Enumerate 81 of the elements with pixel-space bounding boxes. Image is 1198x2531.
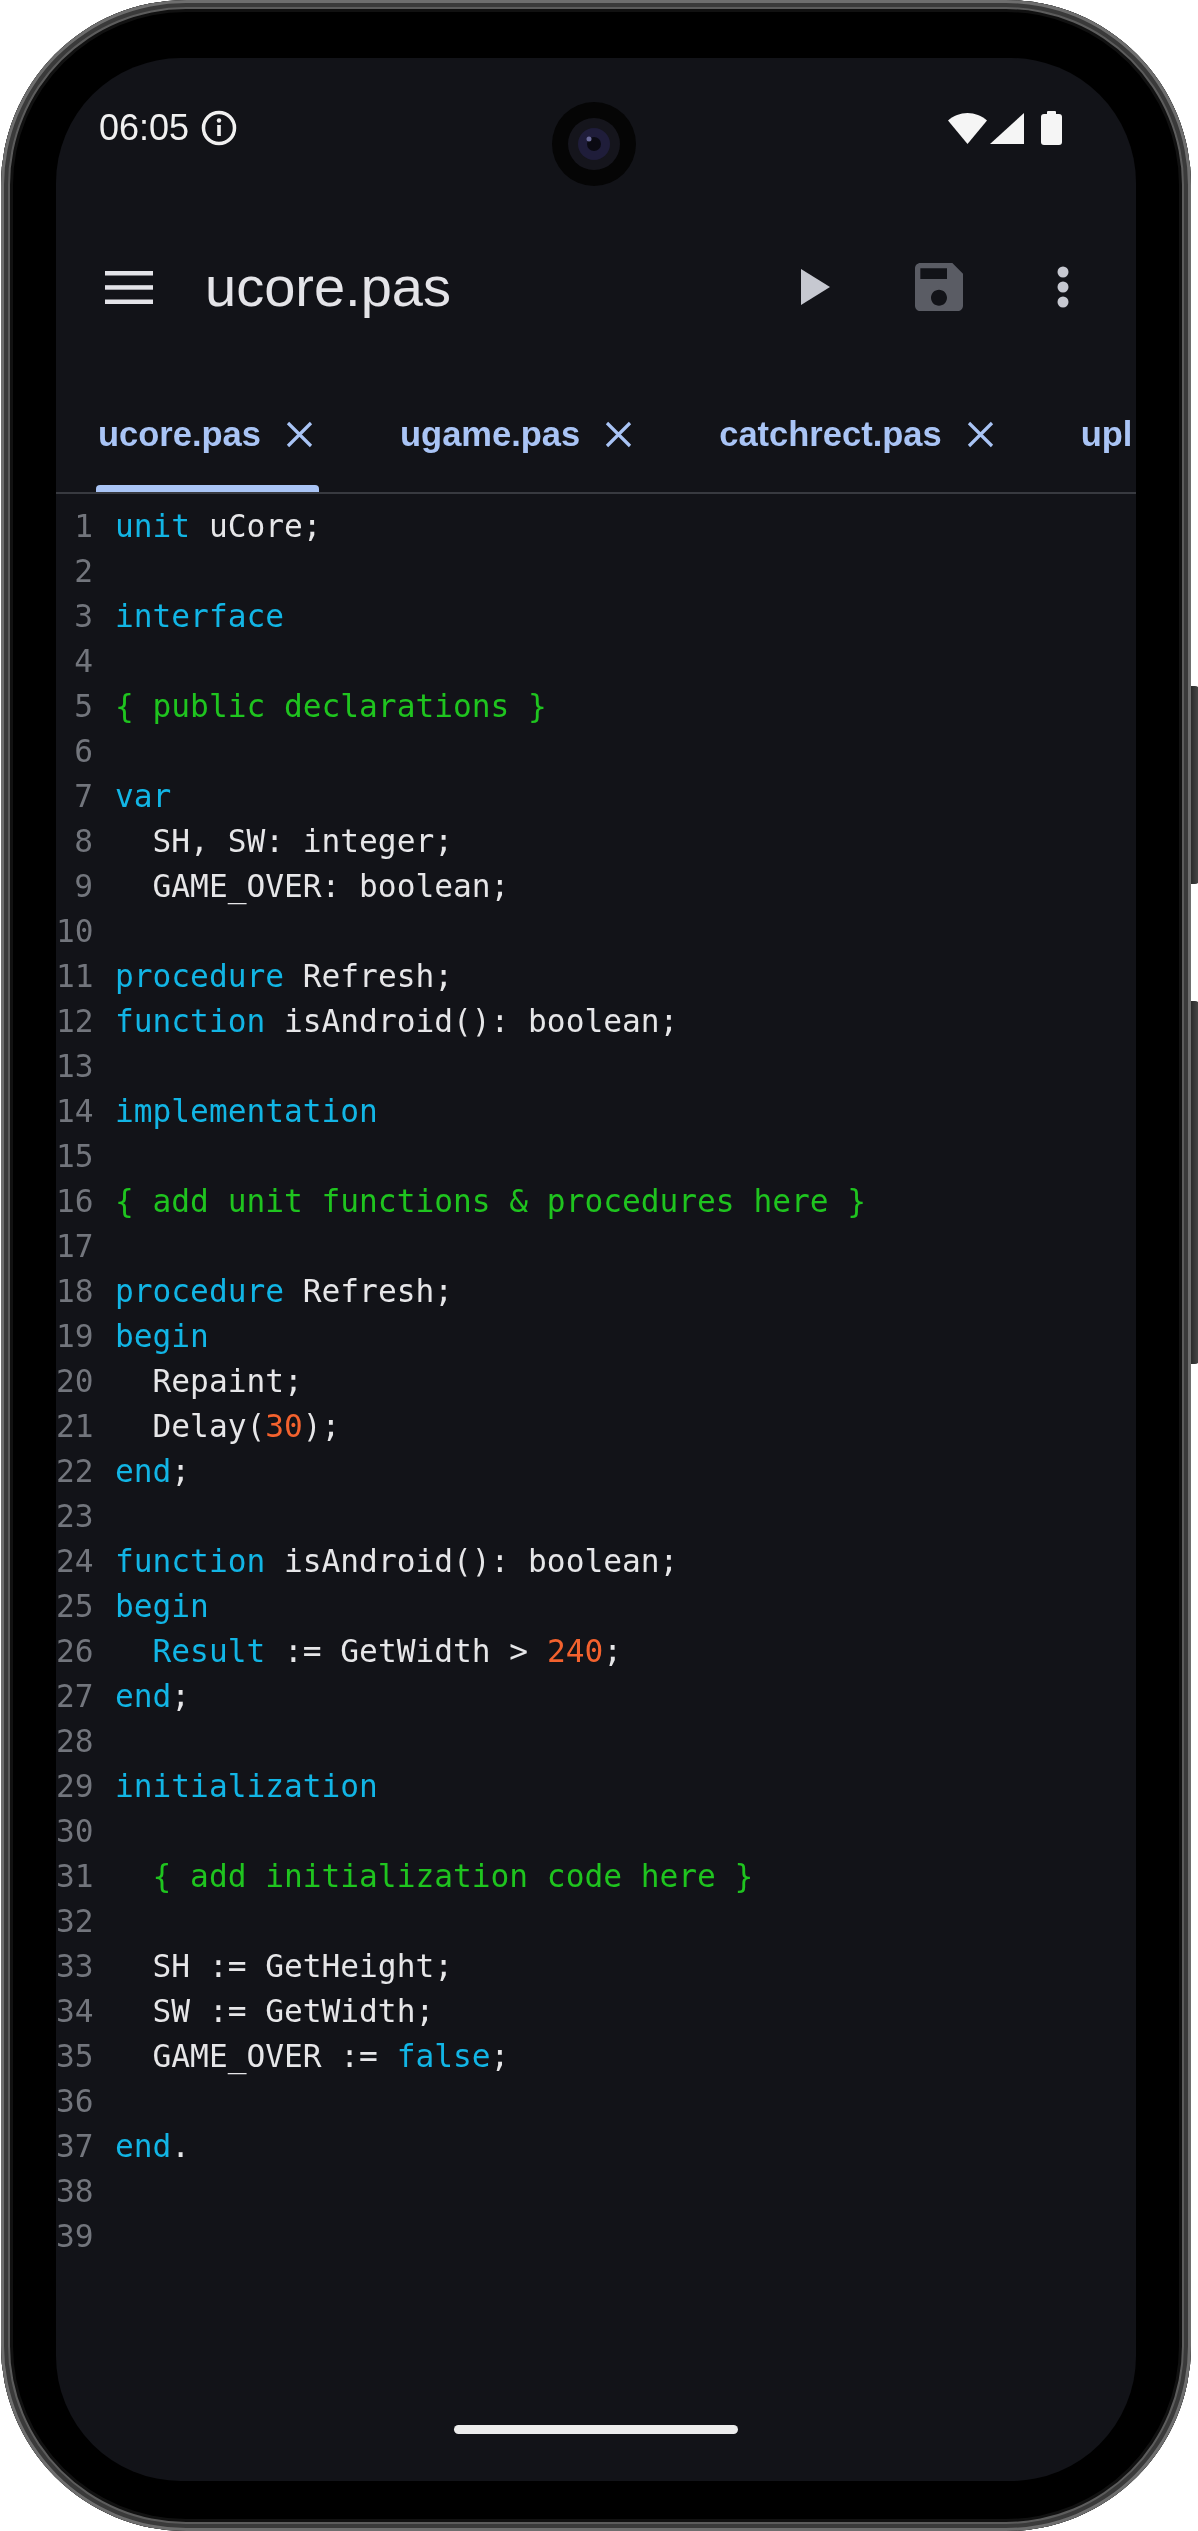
line-number: 9 — [73, 867, 93, 906]
line-number: 14 — [56, 1092, 93, 1131]
file-tab[interactable]: catchrect.pas — [677, 376, 1039, 492]
code-line: function isAndroid(): boolean; — [115, 1002, 679, 1041]
line-number: 32 — [56, 1902, 93, 1941]
info-icon — [201, 110, 238, 146]
line-number: 15 — [56, 1137, 93, 1176]
line-number: 28 — [56, 1722, 93, 1761]
close-icon[interactable] — [286, 420, 313, 448]
line-number: 1 — [73, 507, 93, 546]
line-number: 34 — [56, 1992, 93, 2031]
line-number: 19 — [56, 1317, 93, 1356]
line-number: 21 — [56, 1407, 93, 1446]
code-line: procedure Refresh; — [115, 1272, 453, 1311]
file-tab[interactable]: ugame.pas — [358, 376, 678, 492]
code-line: SW := GetWidth; — [151, 1992, 435, 2031]
play-icon[interactable] — [800, 269, 830, 305]
line-number: 4 — [73, 642, 93, 681]
more-icon[interactable] — [1056, 266, 1070, 308]
app-title: ucore.pas — [205, 254, 451, 320]
line-number: 5 — [73, 687, 93, 726]
code-line: Delay(30); — [151, 1407, 341, 1446]
code-line: SH, SW: integer; — [151, 822, 453, 861]
line-number: 8 — [73, 822, 93, 861]
line-number: 11 — [56, 957, 93, 996]
line-number: 18 — [56, 1272, 93, 1311]
close-icon[interactable] — [605, 420, 633, 448]
line-number: 12 — [56, 1002, 93, 1041]
code-line: end; — [115, 1452, 191, 1491]
code-line: unit uCore; — [115, 507, 322, 546]
code-line: end. — [115, 2127, 191, 2166]
line-number: 37 — [56, 2127, 93, 2166]
line-number: 27 — [56, 1677, 93, 1716]
code-line: end; — [115, 1677, 191, 1716]
code-line: implementation — [115, 1092, 378, 1131]
line-number: 7 — [73, 777, 93, 816]
file-tab[interactable]: upl — [1038, 376, 1133, 492]
code-line: function isAndroid(): boolean; — [115, 1542, 679, 1581]
code-line: SH := GetHeight; — [151, 1947, 453, 1986]
menu-icon[interactable] — [105, 270, 153, 304]
line-number: 13 — [56, 1047, 93, 1086]
line-number: 31 — [56, 1857, 93, 1896]
line-number: 24 — [56, 1542, 93, 1581]
code-line: var — [115, 777, 172, 816]
code-line: Repaint; — [151, 1362, 303, 1401]
code-line: procedure Refresh; — [115, 957, 453, 996]
code-line: GAME_OVER := false; — [151, 2037, 510, 2077]
line-number: 36 — [56, 2082, 93, 2121]
wifi-icon — [948, 112, 987, 144]
line-number: 17 — [56, 1227, 93, 1266]
code-line: Result := GetWidth > 240; — [151, 1632, 622, 1671]
line-number: 29 — [56, 1767, 93, 1806]
code-line: interface — [115, 597, 284, 636]
line-number: 35 — [56, 2037, 93, 2076]
signal-icon — [990, 112, 1024, 144]
line-number: 6 — [73, 732, 93, 771]
status-time: 06:05 — [99, 107, 190, 149]
line-number: 33 — [56, 1947, 93, 1986]
line-number: 2 — [73, 552, 93, 591]
line-number: 10 — [56, 912, 93, 951]
code-line: { public declarations } — [115, 687, 547, 726]
code-line: { add initialization code here } — [151, 1857, 754, 1896]
line-number: 38 — [56, 2172, 93, 2211]
line-number: 39 — [56, 2217, 93, 2256]
code-line: begin — [115, 1587, 209, 1626]
line-number: 20 — [56, 1362, 93, 1401]
file-tab[interactable]: ucore.pas — [56, 376, 358, 492]
line-number: 16 — [56, 1182, 93, 1221]
line-number: 22 — [56, 1452, 93, 1491]
line-number: 25 — [56, 1587, 93, 1626]
line-number: 23 — [56, 1497, 93, 1536]
line-number: 3 — [73, 597, 93, 636]
code-line: { add unit functions & procedures here } — [115, 1182, 867, 1221]
battery-icon — [1041, 111, 1062, 145]
code-line: begin — [115, 1317, 209, 1356]
code-line: GAME_OVER: boolean; — [151, 867, 510, 907]
front-camera-icon — [552, 102, 636, 186]
close-icon[interactable] — [966, 420, 994, 448]
line-number: 26 — [56, 1632, 93, 1671]
code-line: initialization — [115, 1767, 378, 1806]
line-number: 30 — [56, 1812, 93, 1851]
